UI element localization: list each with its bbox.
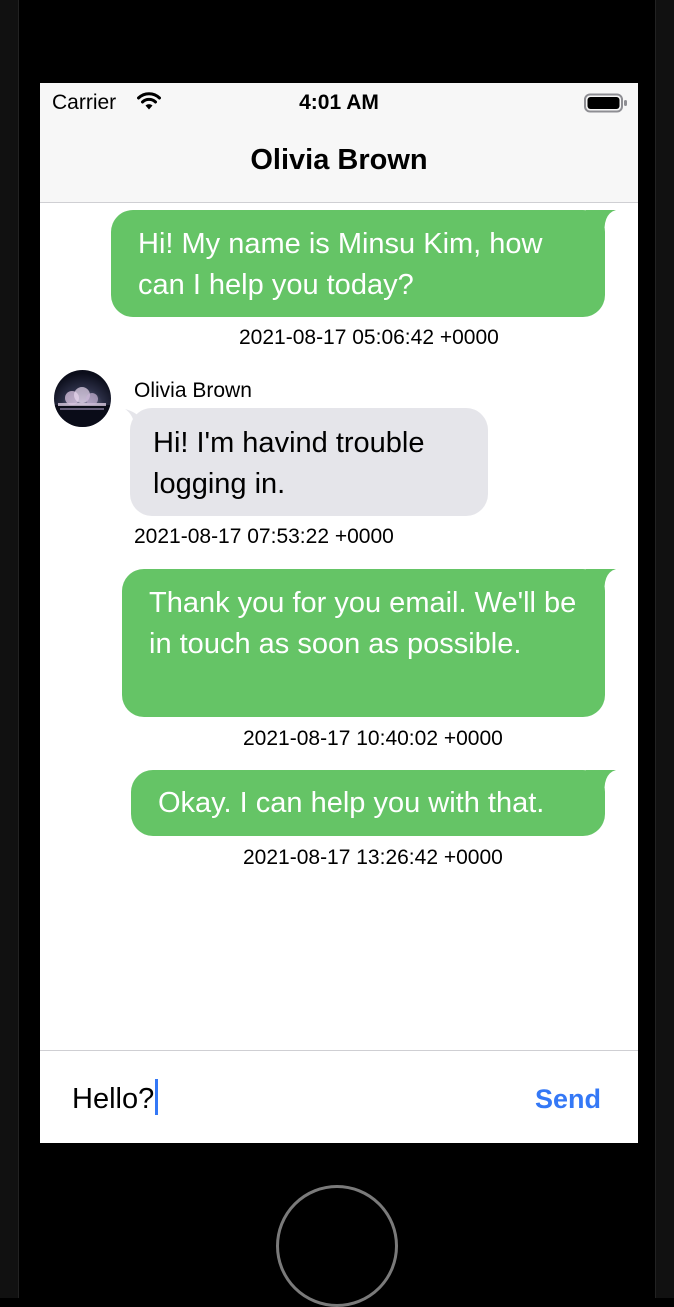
device-frame-left	[0, 0, 19, 1298]
message-timestamp: 2021-08-17 07:53:22 +0000	[134, 525, 394, 548]
outgoing-message-bubble[interactable]: Thank you for you email. We'll be in tou…	[122, 569, 605, 717]
outgoing-message-bubble[interactable]: Okay. I can help you with that.	[131, 770, 605, 836]
sender-name: Olivia Brown	[134, 379, 252, 402]
status-bar: Carrier 4:01 AM	[40, 83, 638, 123]
incoming-message-bubble[interactable]: Hi! I'm havind trouble logging in.	[130, 408, 488, 516]
text-caret	[155, 1079, 159, 1115]
send-button[interactable]: Send	[535, 1084, 601, 1115]
bubble-tail	[586, 770, 616, 798]
message-timestamp: 2021-08-17 13:26:42 +0000	[243, 846, 503, 869]
device-frame-right	[655, 0, 674, 1298]
bubble-tail	[586, 210, 616, 238]
message-input-bar: Hello? Send	[40, 1050, 638, 1143]
message-text: Hi! I'm havind trouble logging in.	[153, 427, 425, 500]
message-text: Thank you for you email. We'll be in tou…	[149, 587, 577, 660]
message-list[interactable]: Hi! My name is Minsu Kim, how can I help…	[40, 203, 638, 1049]
battery-icon	[584, 93, 628, 118]
message-text: Hi! My name is Minsu Kim, how can I help…	[138, 228, 543, 301]
chat-screen: Carrier 4:01 AM Olivia Brown Hi! My name…	[40, 83, 638, 1143]
avatar[interactable]	[54, 370, 111, 427]
navigation-bar: Olivia Brown	[40, 123, 638, 203]
message-text: Okay. I can help you with that.	[158, 787, 545, 819]
message-input[interactable]: Hello?	[72, 1079, 159, 1116]
status-time: 4:01 AM	[299, 91, 379, 114]
outgoing-message-bubble[interactable]: Hi! My name is Minsu Kim, how can I help…	[111, 210, 605, 317]
bubble-tail	[586, 569, 616, 597]
home-button[interactable]	[276, 1185, 398, 1307]
message-input-value: Hello?	[72, 1083, 155, 1115]
message-timestamp: 2021-08-17 05:06:42 +0000	[239, 326, 499, 349]
chat-title: Olivia Brown	[250, 144, 428, 176]
message-timestamp: 2021-08-17 10:40:02 +0000	[243, 727, 503, 750]
